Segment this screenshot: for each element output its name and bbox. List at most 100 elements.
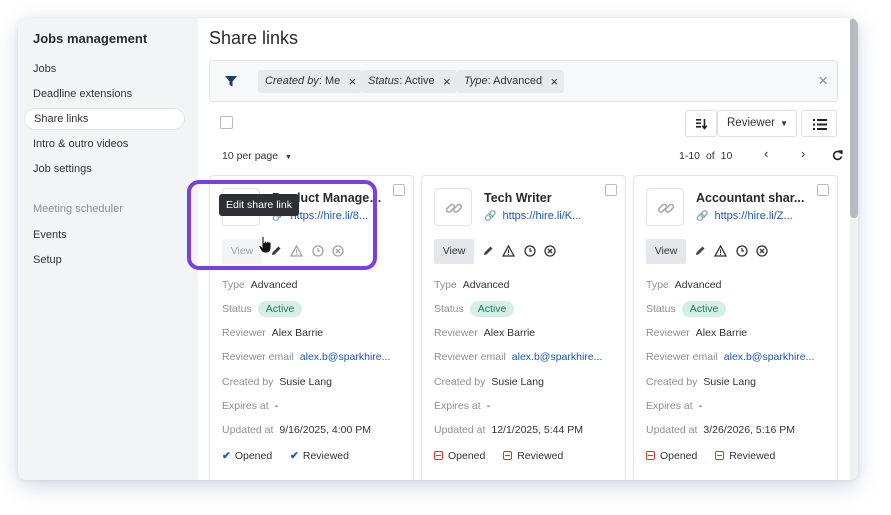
- vertical-scrollbar[interactable]: [850, 18, 858, 480]
- filter-chip-key: Status: [368, 75, 400, 87]
- link-icon: [445, 203, 463, 213]
- card-url[interactable]: 🔗 https://hire.li/Z...: [696, 210, 816, 222]
- field-label: Expires at: [646, 400, 693, 412]
- chevron-down-icon: ▼: [780, 119, 788, 128]
- link-icon-box: [434, 188, 472, 226]
- remove-filter-icon[interactable]: ×: [349, 70, 357, 93]
- check-icon: ✔: [290, 450, 299, 462]
- card-checkbox[interactable]: [605, 184, 617, 196]
- field-label: Reviewer email: [434, 351, 506, 363]
- chevron-right-icon[interactable]: ›: [801, 146, 805, 161]
- field-label: Type: [222, 279, 245, 291]
- field-label: Reviewer: [646, 327, 690, 339]
- field-value: Advanced: [462, 279, 510, 291]
- field-value: Susie Lang: [491, 376, 544, 388]
- field-value: Advanced: [250, 279, 298, 291]
- card-type-field: Type Advanced: [222, 279, 297, 291]
- filter-chip-value: Me: [324, 75, 341, 87]
- card-reviewer-email-field: Reviewer email alex.b@sparkhire...: [434, 351, 602, 363]
- view-button[interactable]: View: [434, 239, 474, 264]
- select-all-checkbox[interactable]: [220, 116, 233, 129]
- card-created-by-field: Created by Susie Lang: [222, 376, 332, 388]
- share-link-card: Tech Writer 🔗 https://hire.li/K... View T…: [421, 175, 626, 480]
- card-checkbox[interactable]: [817, 184, 829, 196]
- card-updated-at-field: Updated at 12/1/2025, 5:44 PM: [434, 424, 583, 436]
- cancel-circle-icon[interactable]: [756, 245, 769, 257]
- cancel-circle-icon[interactable]: [332, 245, 345, 257]
- filter-chip-type: Type: Advanced ×: [457, 70, 565, 93]
- card-reviewer-email-field: Reviewer email alex.b@sparkhire...: [222, 351, 390, 363]
- card-title[interactable]: Tech Writer: [484, 191, 599, 205]
- clock-icon[interactable]: [312, 245, 324, 257]
- sidebar: Jobs management Jobs Deadline extensions…: [18, 18, 198, 480]
- field-label: Updated at: [646, 424, 698, 436]
- reviewer-email-link[interactable]: alex.b@sparkhire...: [724, 351, 815, 363]
- sidebar-item-deadline-extensions[interactable]: Deadline extensions: [24, 83, 185, 105]
- filter-funnel-icon[interactable]: [224, 74, 238, 93]
- status-badge: Active: [257, 301, 303, 317]
- clear-filters-icon[interactable]: ×: [818, 71, 828, 91]
- sidebar-item-job-settings[interactable]: Job settings: [24, 158, 185, 180]
- minus-box-icon: [646, 451, 655, 460]
- warning-icon[interactable]: [502, 244, 516, 257]
- view-button[interactable]: View: [222, 239, 262, 264]
- field-value: Susie Lang: [703, 376, 756, 388]
- chevron-left-icon[interactable]: ‹: [764, 146, 768, 161]
- edit-pencil-icon[interactable]: [694, 245, 706, 257]
- filter-chip-status: Status: Active ×: [361, 70, 457, 93]
- list-view-button[interactable]: [801, 110, 837, 137]
- card-checkbox[interactable]: [393, 184, 405, 196]
- minus-box-icon: [434, 451, 443, 460]
- field-label: Created by: [222, 376, 274, 388]
- remove-filter-icon[interactable]: ×: [443, 70, 451, 93]
- clock-icon[interactable]: [524, 245, 536, 257]
- share-link-card: Product Managem... 🔗 https://hire.li/8...…: [209, 175, 414, 480]
- remove-filter-icon[interactable]: ×: [551, 70, 559, 93]
- sort-direction-button[interactable]: [685, 110, 717, 137]
- field-value: -: [274, 400, 279, 412]
- chain-icon: 🔗: [484, 211, 497, 222]
- filter-chip-key: Created by: [265, 75, 319, 87]
- reviewer-email-link[interactable]: alex.b@sparkhire...: [512, 351, 603, 363]
- card-flags: ✔ Opened ✔ Reviewed: [222, 450, 349, 462]
- card-title[interactable]: Accountant shar...: [696, 191, 811, 205]
- reviewed-flag: Reviewed: [517, 450, 564, 462]
- card-url[interactable]: 🔗 https://hire.li/K...: [484, 210, 604, 222]
- card-url-text: https://hire.li/Z...: [714, 210, 793, 222]
- pagination-info: 1-10 of 10: [679, 150, 732, 162]
- field-label: Status: [222, 303, 252, 315]
- chain-icon: 🔗: [696, 211, 709, 222]
- sidebar-item-intro-outro-videos[interactable]: Intro & outro videos: [24, 133, 185, 155]
- field-label: Type: [646, 279, 669, 291]
- edit-pencil-icon[interactable]: [482, 245, 494, 257]
- field-value: Alex Barrie: [271, 327, 324, 339]
- field-value: -: [486, 400, 491, 412]
- minus-box-icon: [503, 451, 513, 460]
- sidebar-item-setup[interactable]: Setup: [24, 249, 185, 271]
- card-updated-at-field: Updated at 3/26/2026, 5:16 PM: [646, 424, 795, 436]
- sort-field-select[interactable]: Reviewer ▼: [717, 110, 797, 137]
- field-value: 12/1/2025, 5:44 PM: [491, 424, 584, 436]
- warning-icon[interactable]: [290, 244, 304, 257]
- per-page-select[interactable]: 10 per page ▼: [222, 150, 292, 162]
- cancel-circle-icon[interactable]: [544, 245, 557, 257]
- clock-icon[interactable]: [736, 245, 748, 257]
- refresh-icon[interactable]: [832, 149, 843, 164]
- field-value: Advanced: [674, 279, 722, 291]
- card-expires-at-field: Expires at -: [222, 400, 278, 412]
- page-title: Share links: [209, 28, 299, 48]
- reviewer-email-link[interactable]: alex.b@sparkhire...: [300, 351, 391, 363]
- card-created-by-field: Created by Susie Lang: [646, 376, 756, 388]
- field-label: Expires at: [434, 400, 481, 412]
- card-status-field: Status Active: [434, 301, 515, 317]
- sidebar-title: Jobs management: [33, 31, 148, 46]
- view-button[interactable]: View: [646, 239, 686, 264]
- scrollbar-thumb[interactable]: [850, 18, 858, 218]
- field-label: Reviewer email: [646, 351, 718, 363]
- warning-icon[interactable]: [714, 244, 728, 257]
- opened-flag: Opened: [448, 450, 486, 462]
- field-label: Status: [646, 303, 676, 315]
- sidebar-item-events[interactable]: Events: [24, 224, 185, 246]
- sidebar-item-jobs[interactable]: Jobs: [24, 58, 185, 80]
- sidebar-item-share-links[interactable]: Share links: [24, 108, 185, 130]
